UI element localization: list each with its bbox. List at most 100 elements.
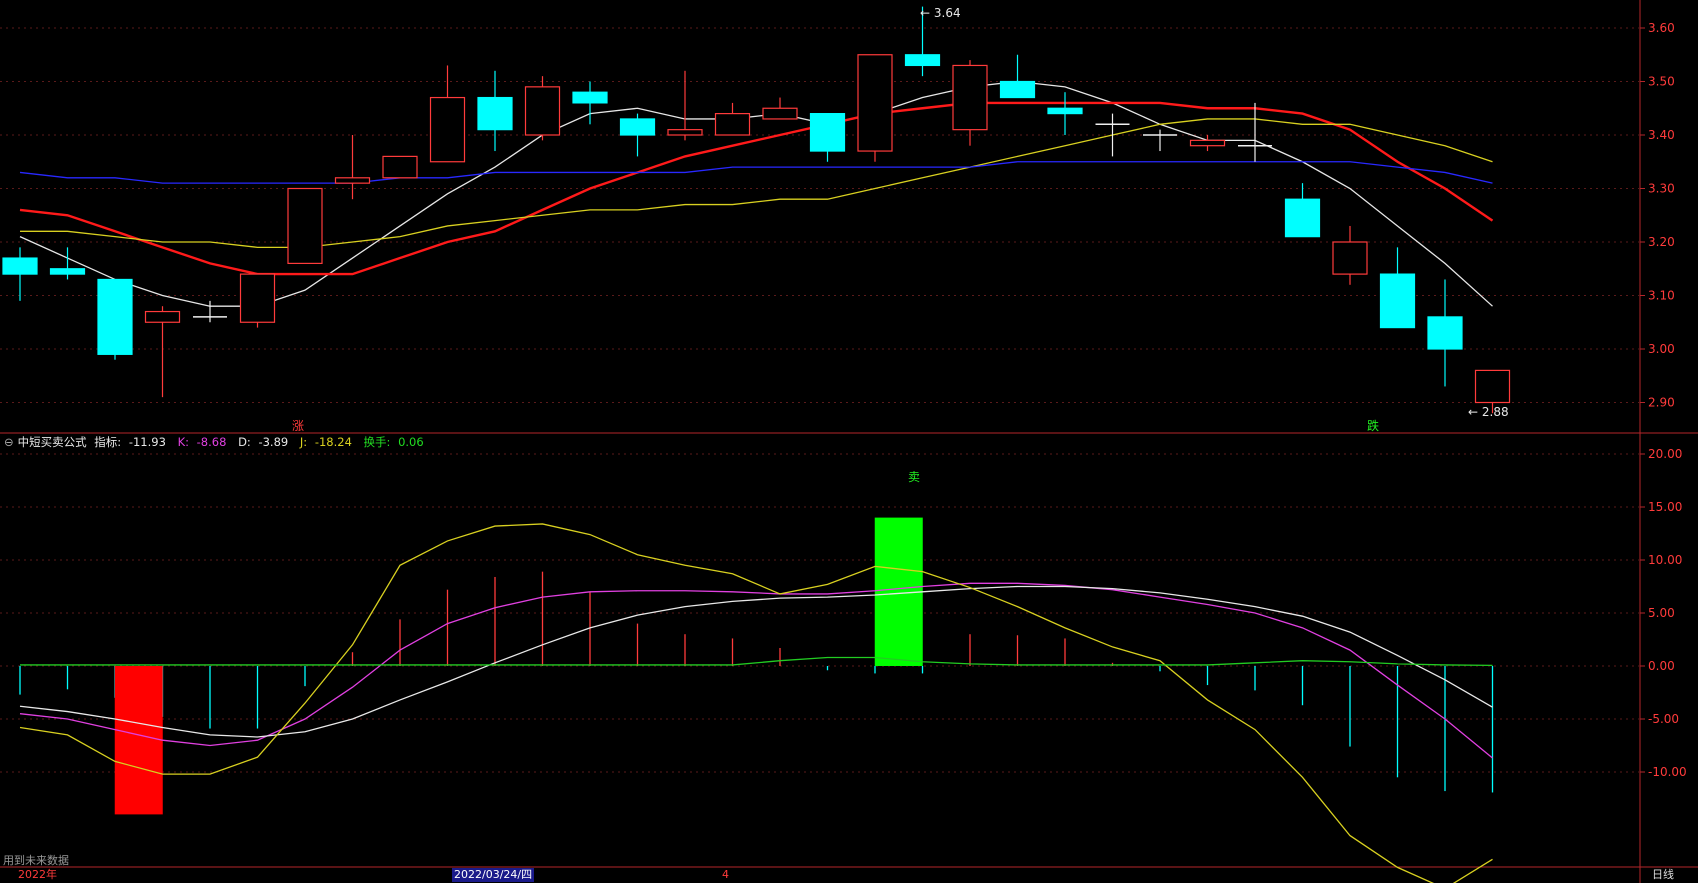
candle [239, 273, 276, 328]
j-line [19, 523, 1493, 883]
candle-body [524, 86, 561, 136]
candle [2, 247, 38, 301]
formula-name[interactable]: 中短买卖公式 [18, 435, 87, 449]
price-tick-label: 3.30 [1648, 182, 1675, 196]
candle-body [1474, 369, 1511, 404]
period-button[interactable]: 日线 [1652, 868, 1674, 882]
price-tick-label: 3.50 [1648, 75, 1675, 89]
indicator-tick-label: 10.00 [1648, 553, 1682, 567]
candle [857, 54, 893, 162]
candle [1379, 247, 1416, 329]
candle-body [1189, 139, 1226, 147]
candle-body [999, 80, 1036, 99]
candle-body [239, 273, 276, 323]
j-label: J: [299, 435, 308, 449]
high-price-label: ← 3.64 [920, 6, 961, 20]
candle [809, 112, 846, 162]
indicator-legend: ⊖ 中短买卖公式 指标: -11.93 K: -8.68 D: -3.89 J: … [4, 434, 432, 450]
turnover-line [20, 656, 1493, 667]
candle [952, 60, 988, 146]
indicator-tick-label: 15.00 [1648, 500, 1682, 514]
candle-body [49, 268, 86, 275]
candle [382, 155, 418, 179]
candle-body [429, 96, 466, 163]
candle-body [334, 177, 371, 184]
date-axis-year: 2022年 [18, 868, 57, 881]
price-tick-label: 3.00 [1648, 342, 1675, 356]
rise-marker: 涨 [292, 419, 305, 433]
candle [287, 187, 323, 265]
candle [97, 278, 133, 360]
candle [334, 135, 371, 200]
candle [572, 81, 608, 125]
candle [1189, 135, 1226, 152]
candle-body [904, 54, 941, 67]
k-value: -8.68 [196, 435, 227, 449]
moving-average-lines [19, 80, 1494, 307]
candle-body [1284, 198, 1321, 238]
buy-signal-bar [114, 666, 163, 815]
candle [999, 54, 1036, 99]
candlesticks[interactable] [2, 6, 1511, 414]
indicator-panel[interactable] [19, 517, 1494, 883]
candle-body [477, 96, 513, 131]
candle-body [1427, 316, 1463, 350]
candle-body [714, 112, 751, 136]
price-tick-label: 3.60 [1648, 21, 1675, 35]
candle [429, 65, 466, 163]
turnover-label: 换手: [363, 435, 391, 449]
d-label: D: [238, 435, 251, 449]
candle-body [667, 129, 703, 136]
candle-body [572, 91, 608, 104]
future-data-note: 用到未来数据 [3, 854, 69, 867]
candle [619, 113, 656, 157]
candle-body [97, 278, 133, 355]
candle [762, 97, 798, 120]
collapse-icon[interactable]: ⊖ [4, 435, 14, 449]
indicator-tick-label: -10.00 [1648, 765, 1687, 779]
candle-body [2, 257, 38, 275]
candle-body [144, 310, 181, 323]
candle-body [287, 187, 323, 265]
candle-body [809, 112, 846, 152]
indicator-label: 指标: [94, 435, 122, 449]
candle-body [382, 155, 418, 179]
indicator-tick-label: 0.00 [1648, 659, 1675, 673]
k-label: K: [177, 435, 189, 449]
candle [1047, 92, 1083, 135]
indicator-tick-label: 5.00 [1648, 606, 1675, 620]
candle [1143, 129, 1177, 152]
d-value: -3.89 [258, 435, 289, 449]
candle [144, 306, 181, 398]
price-tick-label: 2.90 [1648, 396, 1675, 410]
indicator-tick-label: 20.00 [1648, 447, 1682, 461]
candle [714, 102, 751, 136]
candle [1427, 279, 1463, 387]
sell-marker: 卖 [908, 470, 921, 484]
date-axis-month: 4 [722, 868, 729, 881]
candle [477, 70, 513, 152]
candle-body [619, 118, 656, 136]
low-price-label: ← 2.88 [1468, 405, 1509, 419]
date-axis-selected[interactable]: 2022/03/24/四 [452, 868, 535, 882]
ma5-line [19, 80, 1493, 307]
candle-body [1047, 107, 1083, 115]
price-tick-label: 3.20 [1648, 235, 1675, 249]
ma60-line [19, 161, 1493, 184]
candle [1095, 113, 1130, 157]
price-axis: 3.60 3.50 3.40 3.30 3.20 3.10 3.00 2.90 20.00 15.… [1640, 21, 1687, 779]
candle-body [762, 107, 798, 120]
price-tick-label: 3.40 [1648, 128, 1675, 142]
candle-body [857, 54, 893, 152]
candle [524, 76, 561, 141]
indicator-value: -11.93 [128, 435, 166, 449]
candle [1284, 183, 1321, 238]
j-value: -18.24 [314, 435, 352, 449]
candle-body [1379, 273, 1416, 329]
fall-marker: 跌 [1367, 419, 1380, 433]
candle [1238, 102, 1272, 162]
candle-body [1332, 241, 1368, 275]
turnover-value: 0.06 [398, 435, 424, 449]
candle [1332, 225, 1368, 285]
indicator-tick-label: -5.00 [1648, 712, 1679, 726]
